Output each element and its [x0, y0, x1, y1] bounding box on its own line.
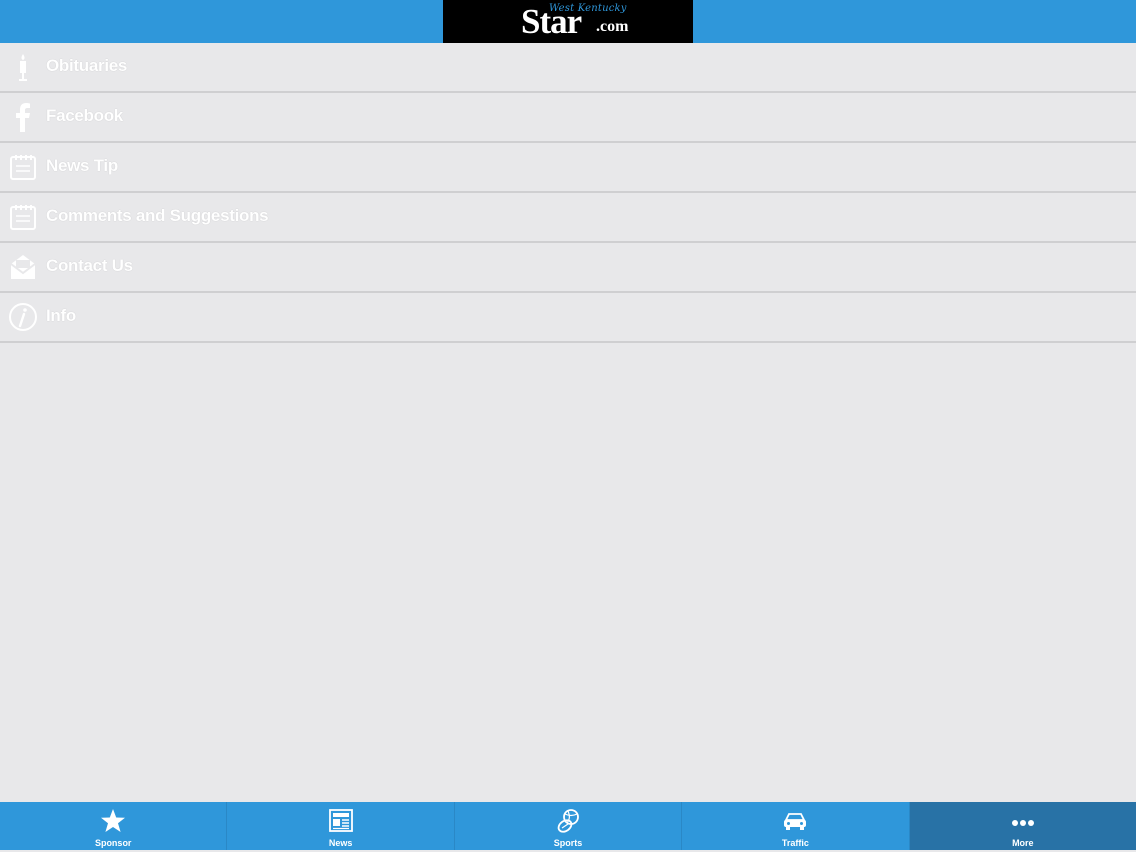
- newspaper-icon: [328, 809, 353, 832]
- menu-item-obituaries[interactable]: Obituaries: [0, 43, 1136, 93]
- tab-more[interactable]: More: [909, 802, 1136, 850]
- top-bar: West Kentucky Star .com: [0, 0, 1136, 43]
- logo-wordmark: Star: [521, 2, 582, 41]
- facebook-icon: [16, 103, 30, 132]
- menu-item-label: News Tip: [46, 156, 118, 175]
- menu-item-label: Comments and Suggestions: [46, 206, 269, 225]
- tab-label: Traffic: [781, 838, 809, 848]
- notepad-icon: [10, 205, 36, 230]
- logo-suffix: .com: [596, 18, 629, 35]
- notepad-icon: [10, 155, 36, 180]
- tab-sponsor[interactable]: Sponsor: [0, 802, 228, 850]
- tab-label: News: [328, 838, 353, 848]
- menu-item-label: Obituaries: [46, 56, 128, 75]
- star-logo-icon: [443, 0, 483, 43]
- car-icon: [784, 813, 807, 830]
- menu-item-info[interactable]: Info: [0, 293, 1136, 343]
- star-icon: [101, 809, 126, 832]
- menu-item-facebook[interactable]: Facebook: [0, 93, 1136, 143]
- tab-news[interactable]: News: [227, 802, 455, 850]
- menu-item-contact-us[interactable]: Contact Us: [0, 243, 1136, 293]
- tab-sports[interactable]: Sports: [455, 802, 683, 850]
- tab-label: More: [1012, 838, 1034, 848]
- menu-item-label: Info: [46, 306, 76, 325]
- sports-balls-icon: [557, 809, 579, 833]
- menu-item-label: Contact Us: [46, 256, 133, 275]
- more-dots-icon: [1011, 820, 1034, 826]
- envelope-icon: [10, 255, 36, 279]
- candle-icon: [19, 54, 27, 81]
- info-icon: [9, 303, 37, 331]
- menu-item-news-tip[interactable]: News Tip: [0, 143, 1136, 193]
- menu-item-comments-suggestions[interactable]: Comments and Suggestions: [0, 193, 1136, 243]
- more-menu-list: Obituaries Facebook News Tip Comments an…: [0, 43, 1136, 343]
- tab-label: Sports: [553, 838, 583, 848]
- star-logo[interactable]: West Kentucky Star .com: [443, 0, 693, 43]
- tab-traffic[interactable]: Traffic: [682, 802, 910, 850]
- bottom-tab-bar: Sponsor News Sports Traffic More: [0, 802, 1136, 850]
- menu-item-label: Facebook: [46, 106, 123, 125]
- tab-label: Sponsor: [94, 838, 132, 848]
